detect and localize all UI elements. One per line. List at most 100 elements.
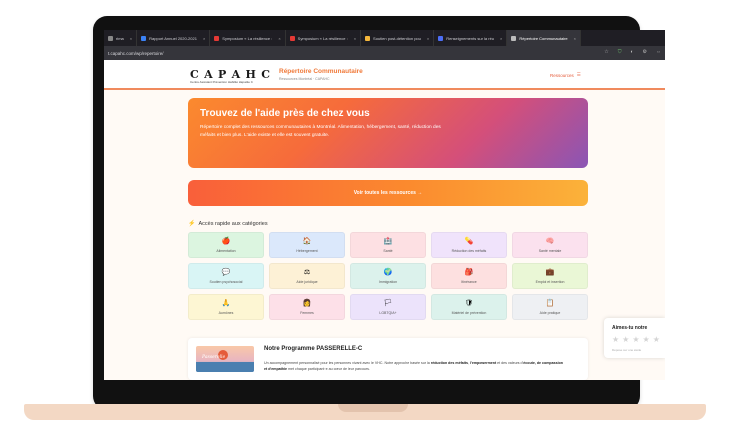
logo-letter: A	[204, 68, 213, 81]
hero-title: Trouvez de l'aide près de chez vous	[200, 108, 370, 119]
close-tab-icon[interactable]: ×	[574, 36, 576, 41]
close-tab-icon[interactable]: ×	[203, 36, 205, 41]
category-label: Santé mentale	[538, 248, 562, 253]
star-icon[interactable]: ☆	[604, 49, 608, 55]
category-label: Aumônes	[218, 310, 234, 315]
browser-tab[interactable]: Symposium « La résilience : ×	[286, 30, 362, 46]
category-icon: 💼	[545, 268, 555, 276]
close-tab-icon[interactable]: ×	[278, 36, 280, 41]
category-grid: 🍎 Alimentation 🏠 Hébergement 🏥 Santé 💊 Réductio…	[188, 232, 588, 320]
category-label: LGBTQIA+	[379, 310, 397, 315]
url-text[interactable]: t.capahc.com/wp/repertoire/	[108, 51, 164, 56]
program-text-part: Un accompagnement personnalisé pour les …	[264, 361, 431, 365]
program-image: Passerelle	[196, 346, 254, 372]
link-icon[interactable]: ⇔	[656, 49, 661, 55]
hero-banner: Trouvez de l'aide près de chez vous Répe…	[188, 98, 588, 168]
extension-icon[interactable]: ◐	[630, 49, 633, 55]
category-label: Aide pratique	[539, 310, 561, 315]
shield-icon[interactable]: ⛉	[618, 49, 622, 55]
category-card[interactable]: 🏠 Hébergement	[269, 232, 345, 258]
category-label: Femmes	[300, 310, 314, 315]
category-card[interactable]: 🍎 Alimentation	[188, 232, 264, 258]
tab-favicon-icon	[365, 35, 371, 41]
program-text: Un accompagnement personnalisé pour les …	[264, 360, 564, 372]
settings-icon[interactable]: ⚙	[643, 49, 647, 55]
program-title: Notre Programme PASSERELLE-C	[264, 346, 363, 352]
star-icon[interactable]: ★	[643, 335, 650, 344]
view-all-resources-button[interactable]: Voir toutes les ressources →	[188, 180, 588, 206]
category-card[interactable]: 📋 Aide pratique	[512, 294, 588, 320]
category-card[interactable]: 🛡 Matériel de prévention	[431, 294, 507, 320]
category-label: Hébergement	[296, 248, 318, 253]
resources-label: Ressources	[550, 72, 574, 78]
logo-letter: H	[245, 68, 256, 81]
quick-access-title: Accès rapide aux catégories	[198, 220, 268, 227]
tab-favicon-icon	[108, 35, 113, 41]
category-icon: 📋	[545, 299, 555, 307]
laptop-mockup: rima × Rapport Annuel 2020-2021 × Symposium …	[0, 0, 730, 424]
star-icon[interactable]: ★	[653, 335, 660, 344]
browser-tab[interactable]: Renseignements sur la réu ×	[434, 30, 508, 46]
category-card[interactable]: 🏳 LGBTQIA+	[350, 294, 426, 320]
category-card[interactable]: ⚖ Aide juridique	[269, 263, 345, 289]
bolt-icon: ⚡	[188, 221, 196, 227]
category-icon: 🏳	[383, 299, 393, 307]
star-icon[interactable]: ★	[622, 335, 629, 344]
category-card[interactable]: 👩 Femmes	[269, 294, 345, 320]
rating-title: Aimes-tu notre	[612, 325, 648, 331]
rating-stars: ★ ★ ★ ★ ★	[612, 335, 660, 344]
close-tab-icon[interactable]: ×	[500, 36, 502, 41]
category-card[interactable]: 🌍 Immigration	[350, 263, 426, 289]
browser-tab[interactable]: Rapport Annuel 2020-2021 ×	[137, 30, 211, 46]
tab-label: Répertoire Communautaire	[519, 35, 568, 41]
program-text-bold: réduction des méfaits	[430, 361, 468, 365]
category-icon: 🎒	[464, 268, 474, 276]
category-label: Aide juridique	[296, 279, 318, 284]
category-card[interactable]: 💼 Emploi et insertion	[512, 263, 588, 289]
browser-tab[interactable]: Répertoire Communautaire ×	[507, 30, 581, 46]
tab-label: Renseignements sur la réu	[446, 35, 495, 41]
category-icon: 🏠	[302, 237, 312, 245]
category-icon: 🧠	[545, 237, 555, 245]
category-card[interactable]: 🎒 Itinérance	[431, 263, 507, 289]
star-icon[interactable]: ★	[632, 335, 639, 344]
address-bar[interactable]: t.capahc.com/wp/repertoire/ ☆ ⛉ ◐ ⚙ ⇔	[104, 46, 665, 60]
menu-icon: ☰	[576, 72, 581, 77]
site-title[interactable]: Répertoire Communautaire	[279, 68, 363, 75]
category-icon: 👩	[302, 299, 312, 307]
quick-access-heading: ⚡ Accès rapide aux catégories	[188, 220, 268, 228]
site-header: CAPAHC Centre Assistant Prévention Habil…	[104, 60, 665, 90]
program-text-part: met chaque participant·e au cœur de leur…	[287, 367, 370, 371]
tab-favicon-icon	[141, 35, 147, 41]
category-card[interactable]: 🏥 Santé	[350, 232, 426, 258]
category-label: Immigration	[378, 279, 398, 284]
category-icon: 🙏	[221, 299, 231, 307]
close-tab-icon[interactable]: ×	[130, 36, 132, 41]
site-subtitle: Ressources Montréal · CAPAHC	[279, 77, 330, 81]
laptop-screen: rima × Rapport Annuel 2020-2021 × Symposium …	[104, 30, 665, 380]
laptop-notch	[338, 404, 408, 412]
logo-letter: C	[261, 68, 270, 81]
close-tab-icon[interactable]: ×	[427, 36, 429, 41]
category-label: Soutien psychosocial	[209, 279, 243, 284]
hero-text: Répertoire complet des ressources commun…	[200, 125, 441, 138]
capahc-logo[interactable]: CAPAHC	[190, 68, 270, 81]
category-icon: 🌍	[383, 268, 393, 276]
browser-tab[interactable]: rima ×	[104, 30, 138, 46]
browser-tab[interactable]: Soutien post-détention pou ×	[361, 30, 435, 46]
page: CAPAHC Centre Assistant Prévention Habil…	[104, 60, 665, 380]
program-image-word: Passerelle	[202, 355, 226, 360]
browser-tab[interactable]: Symposium « La résilience : ×	[210, 30, 286, 46]
close-tab-icon[interactable]: ×	[354, 36, 356, 41]
program-card: Passerelle Notre Programme PASSERELLE-C …	[188, 338, 588, 380]
browser-tab-bar: rima × Rapport Annuel 2020-2021 × Symposium …	[104, 30, 665, 46]
star-icon[interactable]: ★	[612, 335, 619, 344]
category-card[interactable]: 🧠 Santé mentale	[512, 232, 588, 258]
category-card[interactable]: 💊 Réduction des méfaits	[431, 232, 507, 258]
category-label: Alimentation	[216, 248, 236, 253]
category-card[interactable]: 💬 Soutien psychosocial	[188, 263, 264, 289]
category-icon: 💊	[464, 237, 474, 245]
tab-favicon-icon	[214, 35, 220, 41]
category-card[interactable]: 🙏 Aumônes	[188, 294, 264, 320]
resources-menu-button[interactable]: Ressources ☰	[550, 72, 581, 78]
